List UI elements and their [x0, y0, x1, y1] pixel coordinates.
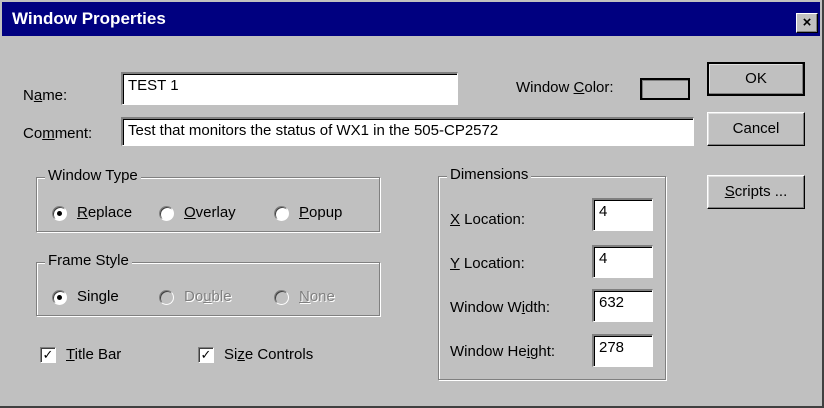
x-location-label: X Location:: [450, 211, 526, 228]
radio-popup-label[interactable]: Popup: [299, 204, 342, 221]
radio-double: [159, 290, 174, 305]
window-width-label: Window Width:: [450, 299, 551, 316]
radio-none-label: None: [299, 288, 335, 305]
checkmark-icon: ✓: [42, 347, 54, 362]
ok-button[interactable]: OK: [707, 62, 805, 96]
name-label: Name:: [23, 87, 68, 104]
frame-style-title: Frame Style: [45, 252, 132, 269]
radio-double-label: Double: [184, 288, 232, 305]
comment-label: Comment:: [23, 125, 93, 142]
checkmark-icon: ✓: [200, 347, 212, 362]
title-bar[interactable]: Window Properties ×: [2, 2, 820, 36]
window-color-swatch[interactable]: [640, 78, 690, 100]
x-location-input[interactable]: 4: [592, 198, 653, 231]
title-bar-checkbox-label[interactable]: Title Bar: [66, 346, 121, 363]
title-bar-checkbox[interactable]: ✓: [40, 347, 56, 363]
name-input[interactable]: TEST 1: [121, 72, 458, 105]
size-controls-checkbox[interactable]: ✓: [198, 347, 214, 363]
comment-input[interactable]: Test that monitors the status of WX1 in …: [121, 117, 694, 146]
radio-overlay-label[interactable]: Overlay: [184, 204, 236, 221]
dimensions-title: Dimensions: [447, 166, 532, 183]
radio-popup[interactable]: [274, 206, 289, 221]
radio-single-label[interactable]: Single: [77, 288, 119, 305]
radio-selected-dot: [57, 211, 62, 216]
window-width-input[interactable]: 632: [592, 289, 653, 322]
size-controls-checkbox-label[interactable]: Size Controls: [224, 346, 313, 363]
close-button[interactable]: ×: [796, 13, 818, 33]
window-type-title: Window Type: [45, 167, 141, 184]
window-height-label: Window Height:: [450, 343, 556, 360]
window-properties-dialog: Window Properties × Name: TEST 1 Window …: [0, 0, 824, 408]
radio-overlay[interactable]: [159, 206, 174, 221]
cancel-button[interactable]: Cancel: [707, 112, 805, 146]
close-icon: ×: [802, 14, 812, 31]
window-color-label: Window Color:: [516, 79, 614, 96]
window-height-input[interactable]: 278: [592, 334, 653, 367]
radio-replace[interactable]: [52, 206, 67, 221]
radio-selected-dot: [57, 295, 62, 300]
dialog-title: Window Properties: [12, 9, 166, 28]
y-location-input[interactable]: 4: [592, 245, 653, 278]
y-location-label: Y Location:: [450, 255, 525, 272]
radio-none: [274, 290, 289, 305]
radio-replace-label[interactable]: Replace: [77, 204, 132, 221]
scripts-button[interactable]: Scripts ...: [707, 175, 805, 209]
radio-single[interactable]: [52, 290, 67, 305]
